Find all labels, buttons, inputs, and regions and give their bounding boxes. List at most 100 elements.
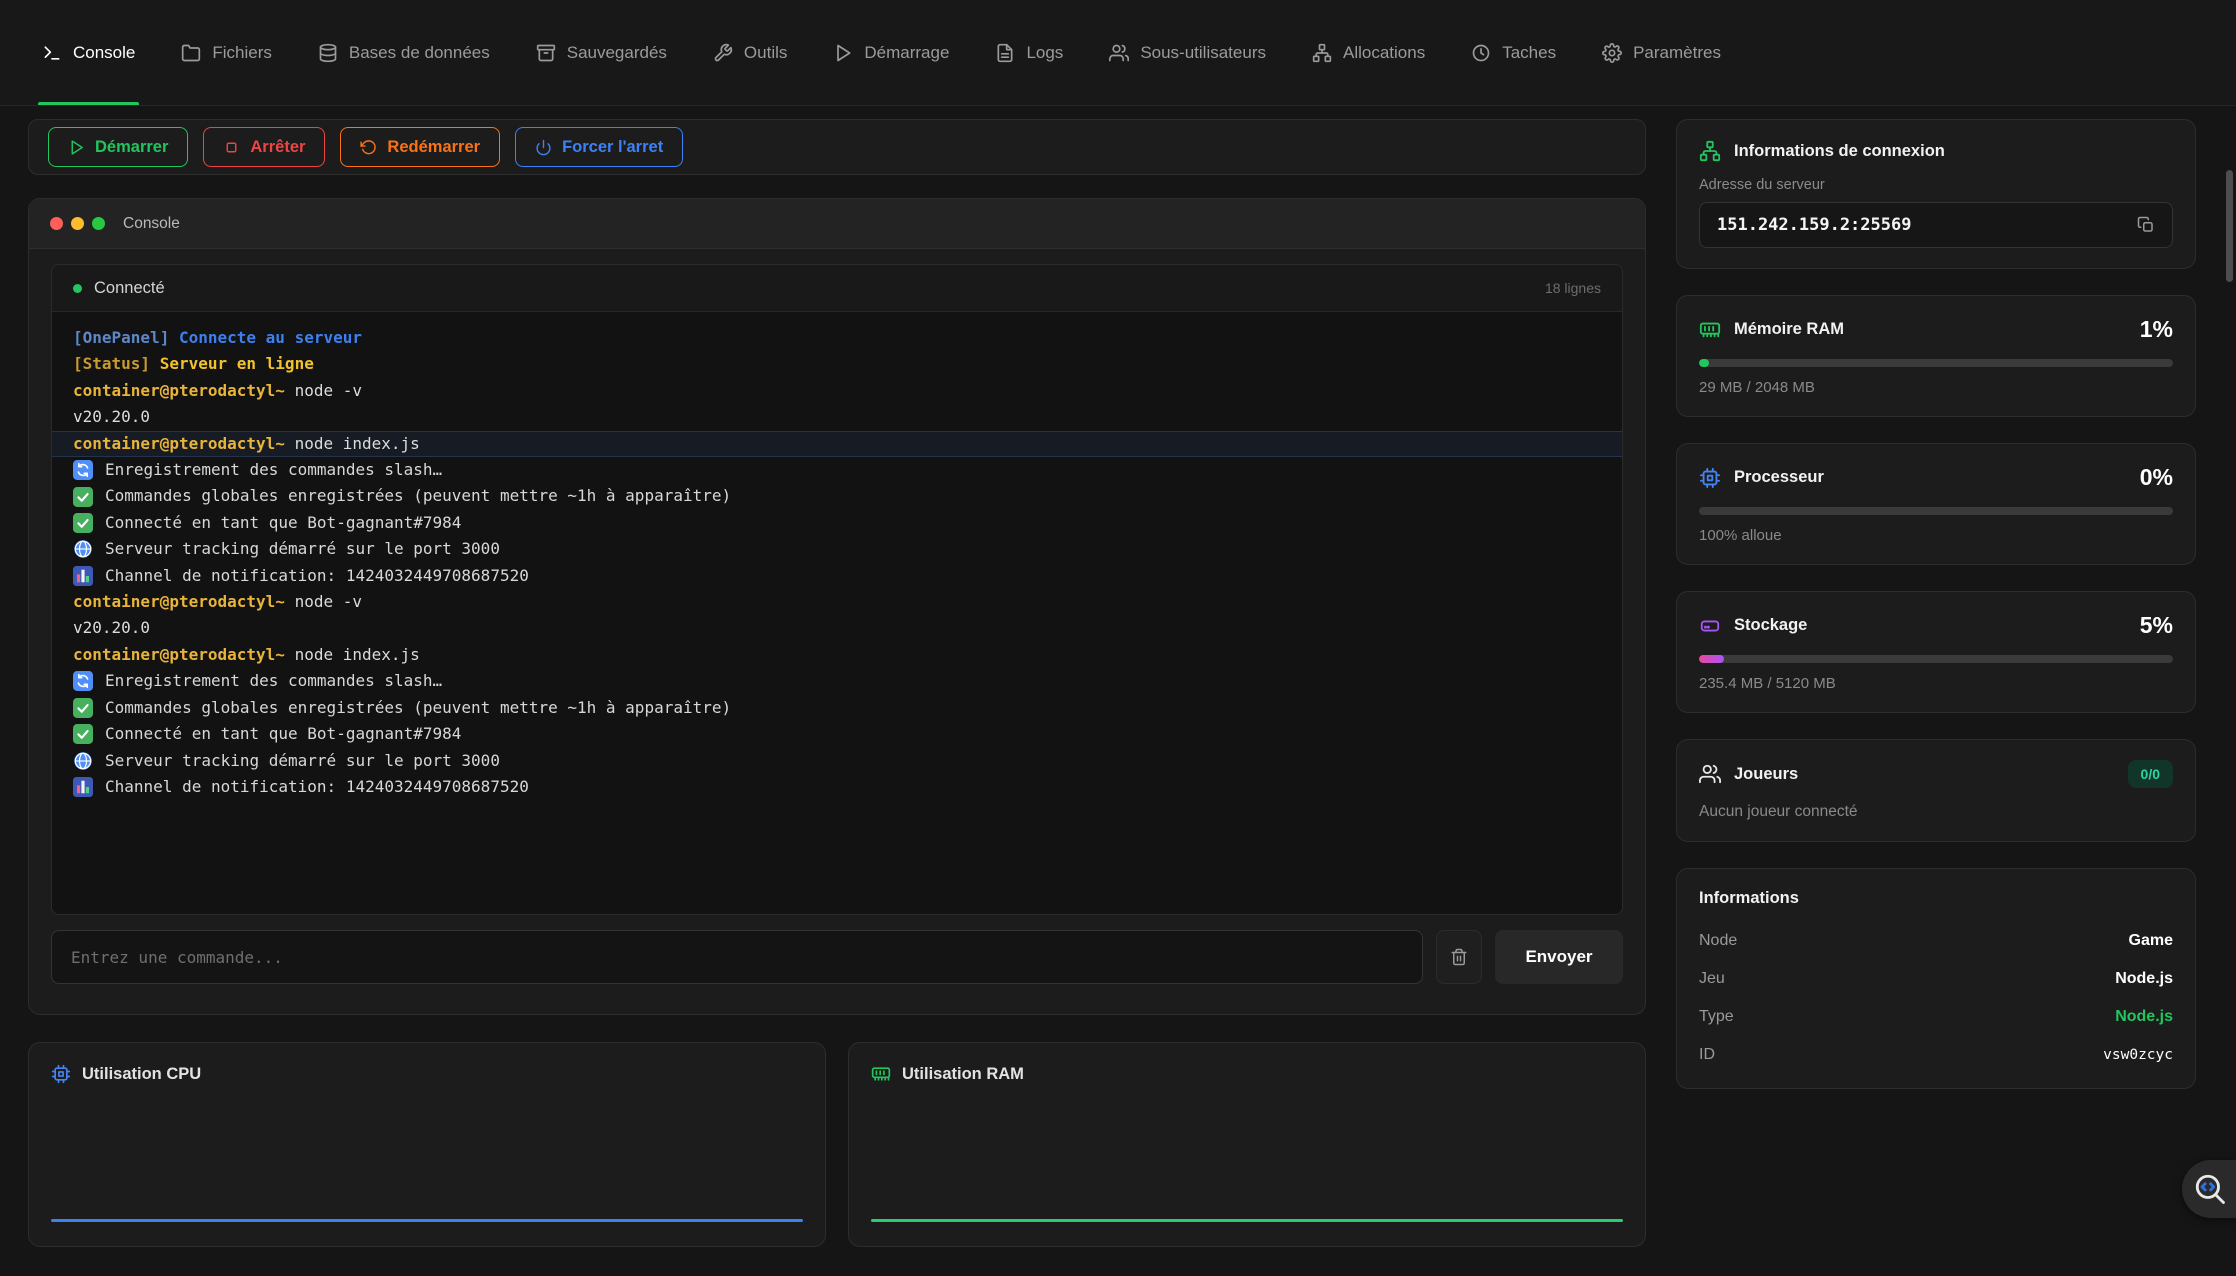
gear-icon	[1602, 43, 1622, 63]
terminal-status-bar: Connecté 18 lignes	[52, 265, 1622, 312]
nav-tab-label: Sauvegardés	[567, 43, 667, 63]
console-line: Commandes globales enregistrées (peuvent…	[52, 483, 1622, 509]
users-icon	[1109, 43, 1129, 63]
players-count-badge: 0/0	[2128, 760, 2173, 788]
cpu-chart-title: Utilisation CPU	[82, 1065, 201, 1084]
storage-percent: 5%	[2140, 612, 2173, 639]
nav-tab-label: Allocations	[1343, 43, 1425, 63]
nav-tab-d-marrage[interactable]: Démarrage	[833, 0, 949, 105]
storage-usage-text: 235.4 MB / 5120 MB	[1699, 675, 2173, 692]
start-button[interactable]: Démarrer	[48, 127, 188, 167]
nav-tab-outils[interactable]: Outils	[713, 0, 787, 105]
usage-charts-row: Utilisation CPU Utilisation RAM	[28, 1042, 1646, 1247]
ram-icon	[871, 1064, 891, 1084]
copy-address-button[interactable]	[2136, 216, 2155, 235]
info-row-type: TypeNode.js	[1699, 992, 2173, 1030]
console-window-titlebar: Console	[29, 199, 1645, 249]
console-line: Commandes globales enregistrées (peuvent…	[52, 695, 1622, 721]
code-search-button[interactable]	[2182, 1160, 2236, 1218]
cpu-usage-text: 100% alloue	[1699, 527, 2173, 544]
globe-icon	[73, 539, 93, 559]
clock-icon	[1471, 43, 1491, 63]
sitemap-icon	[1312, 43, 1332, 63]
lines-count: 18 lignes	[1545, 280, 1601, 296]
console-window-title: Console	[123, 215, 180, 233]
connected-status-label: Connecté	[94, 279, 165, 298]
players-empty-text: Aucun joueur connecté	[1699, 803, 2173, 821]
send-command-button[interactable]: Envoyer	[1495, 930, 1623, 984]
chart-icon	[73, 566, 93, 586]
window-dots	[50, 217, 105, 230]
page-scrollbar[interactable]	[2226, 170, 2233, 282]
players-title: Joueurs	[1734, 765, 1798, 784]
check-icon	[73, 513, 93, 533]
cpu-icon	[1699, 467, 1721, 489]
restart-button[interactable]: Redémarrer	[340, 127, 500, 167]
nav-tab-param-tres[interactable]: Paramètres	[1602, 0, 1721, 105]
nav-tab-label: Logs	[1026, 43, 1063, 63]
nav-tab-label: Démarrage	[864, 43, 949, 63]
server-address-field[interactable]: 151.242.159.2:25569	[1699, 202, 2173, 248]
red-dot-icon	[50, 217, 63, 230]
console-line: container@pterodactyl~ node index.js	[52, 431, 1622, 457]
console-line: Serveur tracking démarré sur le port 300…	[52, 536, 1622, 562]
info-row-id: IDvsw0zcyc	[1699, 1030, 2173, 1068]
console-line: Serveur tracking démarré sur le port 300…	[52, 748, 1622, 774]
memory-card: Mémoire RAM 1% 29 MB / 2048 MB	[1676, 295, 2196, 417]
console-line: Connecté en tant que Bot-gagnant#7984	[52, 510, 1622, 536]
nav-tab-sous-utilisateurs[interactable]: Sous-utilisateurs	[1109, 0, 1266, 105]
cpu-percent: 0%	[2140, 464, 2173, 491]
nav-tab-allocations[interactable]: Allocations	[1312, 0, 1425, 105]
memory-usage-text: 29 MB / 2048 MB	[1699, 379, 2173, 396]
server-info-title: Informations	[1699, 889, 2173, 908]
stop-button-label: Arrêter	[250, 138, 305, 157]
nav-tab-taches[interactable]: Taches	[1471, 0, 1556, 105]
nav-tab-label: Outils	[744, 43, 787, 63]
storage-title: Stockage	[1734, 616, 1807, 635]
connection-info-title: Informations de connexion	[1734, 142, 1945, 161]
cpu-usage-chart: Utilisation CPU	[28, 1042, 826, 1247]
stop-icon	[223, 139, 240, 156]
console-line: v20.20.0	[52, 404, 1622, 430]
info-row-node: NodeGame	[1699, 916, 2173, 954]
nav-tab-label: Sous-utilisateurs	[1140, 43, 1266, 63]
database-icon	[318, 43, 338, 63]
nav-tab-label: Taches	[1502, 43, 1556, 63]
nav-tab-label: Bases de données	[349, 43, 490, 63]
sync-icon	[73, 460, 93, 480]
clear-console-button[interactable]	[1436, 930, 1482, 984]
nav-tab-label: Console	[73, 43, 135, 63]
console-line: container@pterodactyl~ node index.js	[52, 642, 1622, 668]
top-navigation: Console Fichiers Bases de données Sauvegard…	[0, 0, 2236, 106]
sidebar: Informations de connexion Adresse du ser…	[1676, 119, 2196, 1089]
server-info-card: Informations NodeGameJeuNode.jsTypeNode.…	[1676, 868, 2196, 1089]
force-stop-button[interactable]: Forcer l'arret	[515, 127, 683, 167]
console-line: Enregistrement des commandes slash…	[52, 668, 1622, 694]
info-row-jeu: JeuNode.js	[1699, 954, 2173, 992]
nav-tab-bases-de-donn-es[interactable]: Bases de données	[318, 0, 490, 105]
green-dot-icon	[92, 217, 105, 230]
play-icon	[68, 139, 85, 156]
console-line: container@pterodactyl~ node -v	[52, 378, 1622, 404]
storage-card: Stockage 5% 235.4 MB / 5120 MB	[1676, 591, 2196, 713]
nav-tab-logs[interactable]: Logs	[995, 0, 1063, 105]
players-card: Joueurs 0/0 Aucun joueur connecté	[1676, 739, 2196, 842]
server-info-rows: NodeGameJeuNode.jsTypeNode.jsIDvsw0zcyc	[1699, 916, 2173, 1068]
stop-button[interactable]: Arrêter	[203, 127, 325, 167]
command-input-row: Envoyer	[51, 930, 1623, 984]
main-column: Démarrer Arrêter Redémarrer Forcer l'arr…	[28, 119, 1646, 1247]
check-icon	[73, 487, 93, 507]
start-button-label: Démarrer	[95, 138, 168, 157]
chart-icon	[73, 777, 93, 797]
nav-tab-sauvegard-s[interactable]: Sauvegardés	[536, 0, 667, 105]
check-icon	[73, 724, 93, 744]
nav-tab-console[interactable]: Console	[42, 0, 135, 105]
console-output[interactable]: [OnePanel] Connecte au serveur[Status] S…	[52, 312, 1622, 914]
command-input[interactable]	[51, 930, 1423, 984]
terminal: Connecté 18 lignes [OnePanel] Connecte a…	[51, 264, 1623, 915]
console-line: v20.20.0	[52, 615, 1622, 641]
memory-percent: 1%	[2140, 316, 2173, 343]
restart-button-label: Redémarrer	[387, 138, 480, 157]
copy-icon	[2137, 216, 2155, 234]
nav-tab-fichiers[interactable]: Fichiers	[181, 0, 272, 105]
